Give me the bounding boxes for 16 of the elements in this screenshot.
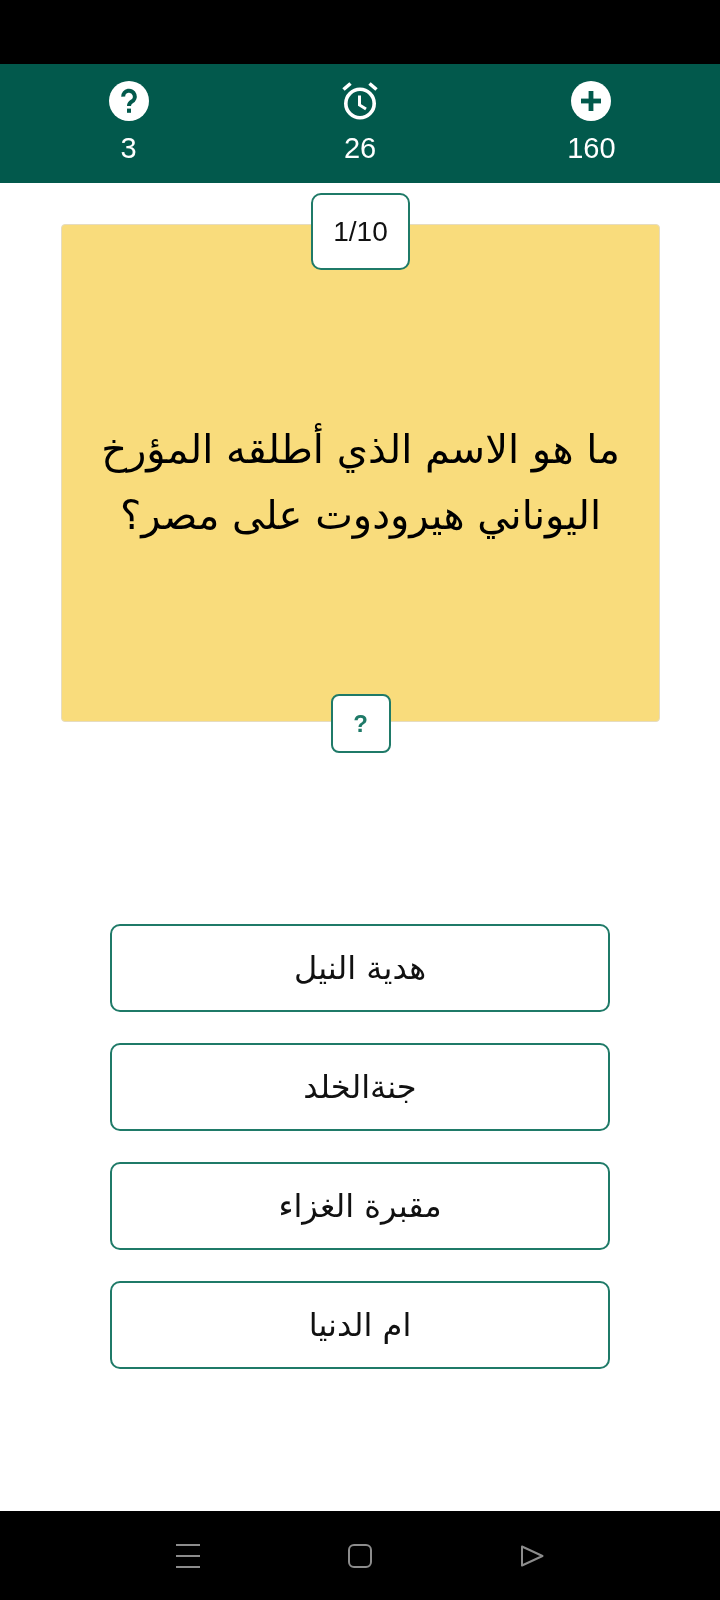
- plus-icon: [571, 81, 612, 121]
- menu-icon[interactable]: [176, 1543, 200, 1568]
- answer-button[interactable]: جنةالخلد: [110, 1043, 610, 1131]
- answer-button[interactable]: مقبرة الغزاء: [110, 1162, 610, 1250]
- square-icon[interactable]: [348, 1543, 372, 1568]
- answer-button[interactable]: ام الدنيا: [110, 1281, 610, 1369]
- alarm-clock-icon: [340, 81, 380, 121]
- answer-button[interactable]: هدية النيل: [110, 924, 610, 1012]
- hints-count: 3: [120, 131, 137, 165]
- help-icon: [108, 81, 149, 121]
- hint-button[interactable]: ?: [330, 694, 391, 753]
- question-text: ما هو الاسم الذي أطلقه المؤرخ اليوناني هيرودوت على مصر؟: [82, 416, 639, 548]
- timer-value: 26: [343, 131, 377, 165]
- triangle-icon[interactable]: [520, 1543, 544, 1568]
- score-value: 160: [567, 131, 616, 165]
- question-counter: 1/10: [311, 193, 410, 270]
